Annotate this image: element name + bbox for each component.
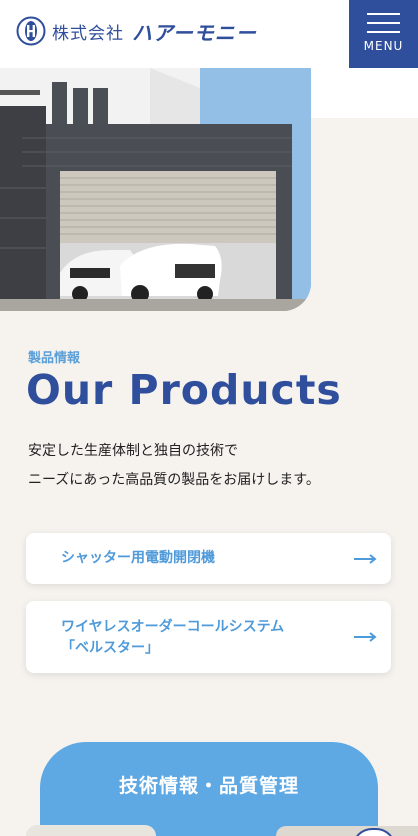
section-title: Our Products	[26, 366, 342, 414]
product-link-label: ワイヤレスオーダーコールシステム 「ベルスター」	[61, 617, 284, 659]
product-link-label-line-1: シャッター用電動開閉機	[61, 550, 215, 566]
tech-section-title: 技術情報・品質管理	[118, 775, 299, 797]
section-description: 安定した生産体制と独自の技術で ニーズにあった高品質の製品をお届けします。	[28, 437, 320, 495]
site-header: 株式会社 ハアーモニー MENU	[0, 0, 418, 68]
product-link-label-line-1: ワイヤレスオーダーコールシステム	[61, 619, 285, 635]
description-line-2: ニーズにあった高品質の製品をお届けします。	[28, 472, 320, 488]
tech-thumbnail-left[interactable]	[26, 825, 156, 836]
tech-section: 技術情報・品質管理	[40, 742, 378, 836]
description-line-1: 安定した生産体制と独自の技術で	[28, 443, 238, 459]
company-type: 株式会社	[52, 23, 124, 44]
product-link-label-line-2: 「ベルスター」	[61, 640, 159, 656]
garage-shutter-photo	[0, 68, 311, 311]
hamburger-icon	[367, 13, 400, 33]
arrow-right-icon	[354, 632, 377, 642]
product-link-label: シャッター用電動開閉機	[61, 548, 215, 569]
site-logo[interactable]: 株式会社 ハアーモニー	[16, 16, 257, 46]
brand-name: ハアーモニー	[132, 20, 257, 45]
menu-button[interactable]: MENU	[349, 0, 418, 68]
product-link-wireless-call[interactable]: ワイヤレスオーダーコールシステム 「ベルスター」	[26, 601, 391, 673]
section-label: 製品情報	[28, 351, 81, 366]
arrow-right-icon	[354, 554, 377, 564]
menu-label: MENU	[363, 39, 404, 53]
product-link-shutter-opener[interactable]: シャッター用電動開閉機	[26, 533, 391, 584]
tech-thumbnail-right[interactable]	[276, 826, 418, 836]
logo-mark-icon	[16, 16, 46, 46]
hero-image	[0, 68, 311, 311]
